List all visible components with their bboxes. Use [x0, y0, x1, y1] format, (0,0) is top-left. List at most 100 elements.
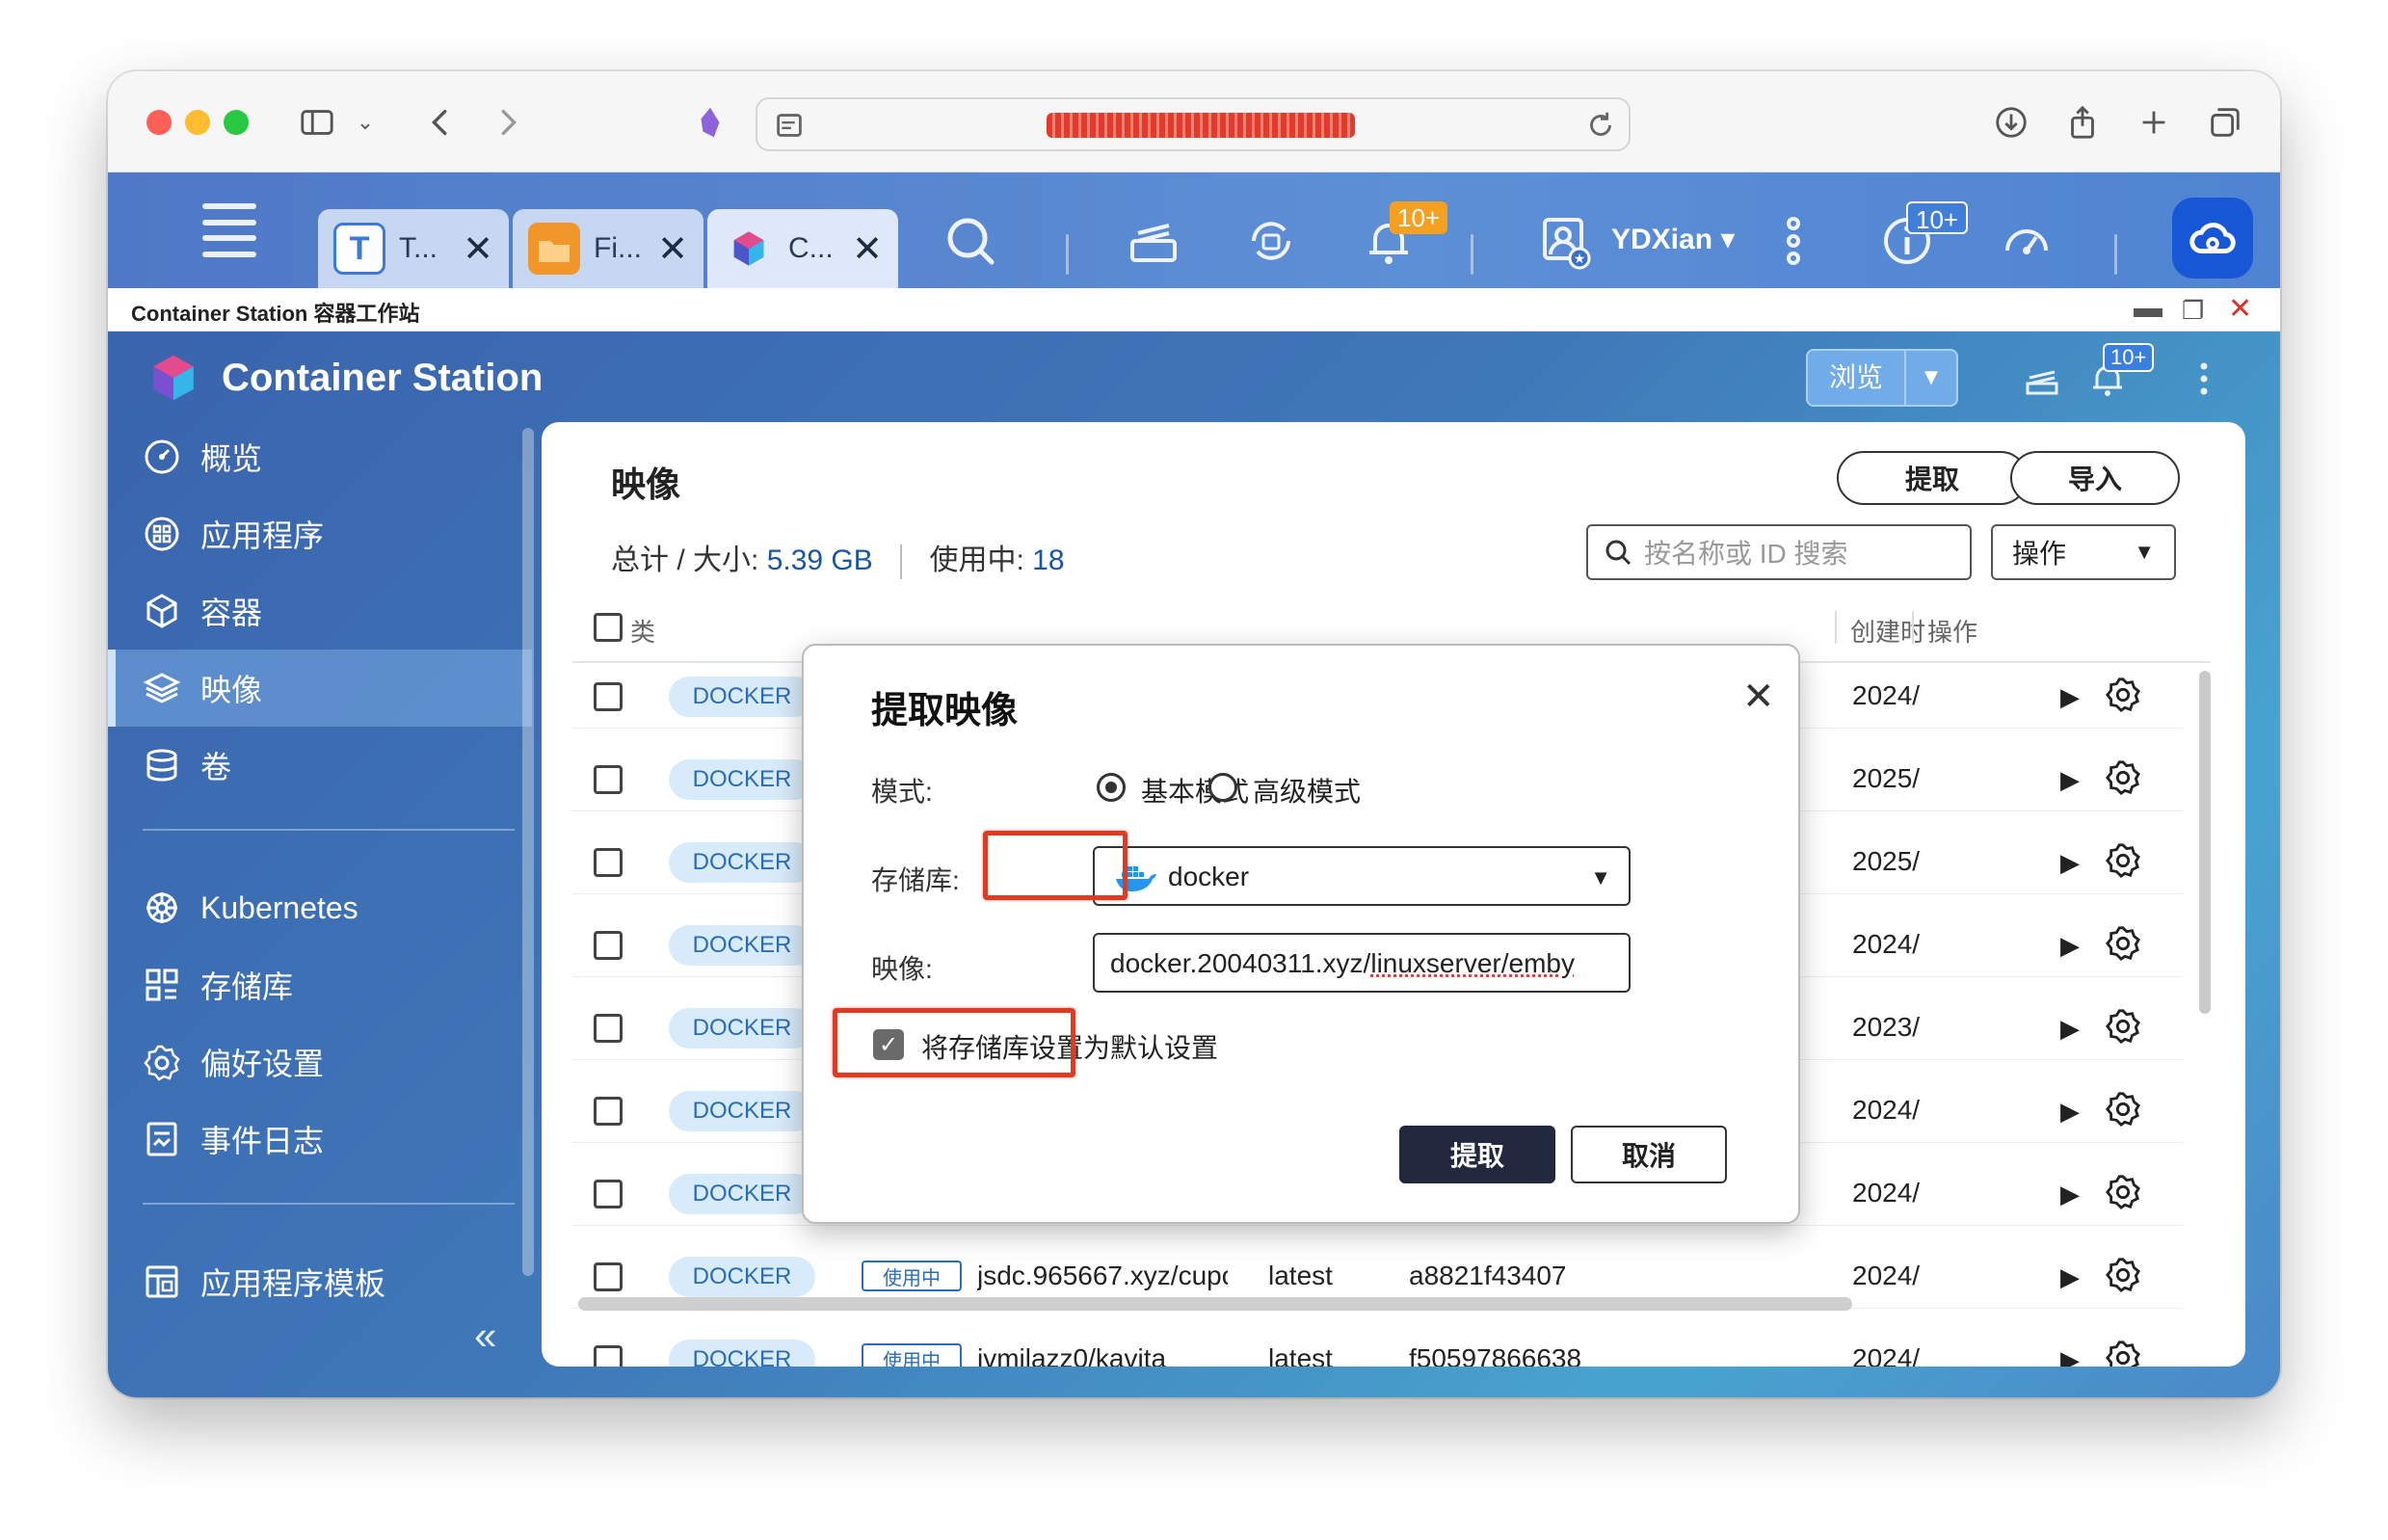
sidebar-item-images[interactable]: 映像 — [108, 650, 532, 727]
sidebar-item-overview[interactable]: 概览 — [108, 418, 532, 495]
play-icon[interactable]: ▶ — [2060, 765, 2080, 795]
tab-overview-icon[interactable] — [2201, 98, 2249, 146]
close-icon[interactable]: ✕ — [463, 227, 493, 271]
row-checkbox[interactable] — [594, 1097, 623, 1126]
tasks-stack-icon[interactable] — [2018, 355, 2066, 403]
search-input[interactable]: 按名称或 ID 搜索 — [1586, 524, 1972, 580]
sidebar-item-kubernetes[interactable]: Kubernetes — [108, 869, 532, 946]
play-icon[interactable]: ▶ — [2060, 1097, 2080, 1127]
user-avatar-icon[interactable]: ★ — [1534, 211, 1594, 271]
minimize-window-button[interactable] — [185, 110, 210, 135]
pull-button[interactable]: 提取 — [1399, 1126, 1555, 1183]
import-button[interactable]: 导入 — [2010, 451, 2180, 505]
gear-icon[interactable] — [2105, 842, 2141, 879]
sidebar-item-containers[interactable]: 容器 — [108, 572, 532, 650]
browser-toolbar: ⌄ — [108, 71, 2280, 173]
close-icon[interactable]: ✕ — [657, 227, 688, 271]
play-icon[interactable]: ▶ — [2060, 682, 2080, 712]
gear-icon[interactable] — [2105, 1008, 2141, 1045]
new-tab-icon[interactable] — [2130, 98, 2178, 146]
select-all-checkbox[interactable] — [594, 613, 623, 642]
gear-icon[interactable] — [2105, 1091, 2141, 1128]
gear-icon[interactable] — [2105, 677, 2141, 713]
play-icon[interactable]: ▶ — [2060, 1180, 2080, 1209]
forward-arrow-icon[interactable] — [484, 98, 532, 146]
myqnapcloud-icon[interactable] — [2172, 198, 2253, 279]
row-checkbox[interactable] — [594, 1014, 623, 1043]
main-menu-icon[interactable] — [202, 203, 256, 257]
tab-container-station[interactable]: C... ✕ — [707, 209, 898, 288]
user-menu[interactable]: YDXian ▾ — [1611, 223, 1735, 256]
zoom-window-button[interactable] — [224, 110, 249, 135]
play-icon[interactable]: ▶ — [2060, 1014, 2080, 1044]
sidebar-divider — [143, 1203, 515, 1205]
play-icon[interactable]: ▶ — [2060, 848, 2080, 878]
row-checkbox[interactable] — [594, 1180, 623, 1208]
gear-icon[interactable] — [2105, 1340, 2141, 1367]
close-window-button[interactable] — [146, 110, 172, 135]
pull-image-button[interactable]: 提取 — [1837, 451, 2028, 505]
extension-icon[interactable] — [686, 98, 734, 146]
cancel-button[interactable]: 取消 — [1571, 1126, 1727, 1183]
tab-text-editor[interactable]: T T... ✕ — [318, 209, 509, 288]
gear-icon[interactable] — [2105, 1257, 2141, 1293]
column-divider — [1912, 611, 1914, 644]
resource-monitor-icon[interactable] — [1997, 211, 2056, 271]
created-date: 2024/( — [1852, 680, 1920, 710]
table-row[interactable]: DOCKER 使用中 jvmilazz0/kavita latest f50597866… — [572, 1326, 2184, 1367]
sidebar-item-event-log[interactable]: 事件日志 — [108, 1101, 532, 1178]
share-icon[interactable] — [2058, 98, 2107, 146]
minimize-icon[interactable]: ▬ — [2134, 292, 2162, 325]
background-tasks-icon[interactable] — [1124, 211, 1183, 271]
advanced-mode-radio[interactable] — [1208, 773, 1237, 802]
close-icon[interactable]: ✕ — [852, 227, 883, 271]
table-horizontal-scrollbar[interactable] — [578, 1297, 1852, 1311]
basic-mode-radio[interactable] — [1097, 773, 1126, 802]
database-icon — [143, 746, 181, 784]
maximize-icon[interactable]: ❐ — [2182, 296, 2204, 326]
download-icon[interactable] — [1987, 98, 2035, 146]
actions-dropdown[interactable]: 操作 ▼ — [1991, 524, 2176, 580]
sidebar-item-volumes[interactable]: 卷 — [108, 727, 532, 804]
gear-icon[interactable] — [2105, 925, 2141, 962]
sidebar-item-preferences[interactable]: 偏好设置 — [108, 1023, 532, 1101]
sidebar-scrollbar[interactable] — [522, 428, 534, 1276]
advanced-mode-label[interactable]: 高级模式 — [1253, 771, 1361, 810]
image-input[interactable]: docker.20040311.xyz/linuxserver/emby — [1093, 933, 1631, 993]
row-checkbox[interactable] — [594, 765, 623, 794]
kebab-menu-icon[interactable] — [2180, 355, 2228, 403]
row-checkbox[interactable] — [594, 1262, 623, 1291]
play-icon[interactable]: ▶ — [2060, 1262, 2080, 1292]
text-editor-icon: T — [333, 223, 385, 275]
gear-icon[interactable] — [2105, 759, 2141, 796]
gear-icon — [143, 1043, 181, 1081]
sidebar-item-app-templates[interactable]: 应用程序模板 — [108, 1243, 532, 1320]
sidebar-item-repository[interactable]: 存储库 — [108, 946, 532, 1023]
search-icon[interactable] — [941, 211, 1000, 271]
tab-file-station[interactable]: Fi... ✕ — [513, 209, 703, 288]
caret-down-icon[interactable]: ▼ — [1906, 364, 1956, 391]
close-icon[interactable]: ✕ — [1742, 675, 1775, 719]
close-app-icon[interactable]: ✕ — [2228, 292, 2252, 326]
table-vertical-scrollbar[interactable] — [2199, 671, 2211, 1014]
more-options-icon[interactable] — [1764, 211, 1823, 271]
browse-button[interactable]: 浏览 ▼ — [1806, 349, 1958, 407]
play-icon[interactable]: ▶ — [2060, 931, 2080, 961]
play-icon[interactable]: ▶ — [2060, 1345, 2080, 1367]
in-use-label: 使用中: — [929, 544, 1024, 576]
gear-icon[interactable] — [2105, 1174, 2141, 1210]
reload-icon[interactable] — [1577, 101, 1625, 149]
row-checkbox[interactable] — [594, 931, 623, 960]
sidebar-item-apps[interactable]: 应用程序 — [108, 495, 532, 572]
repository-select[interactable]: docker ▼ — [1093, 846, 1631, 906]
row-checkbox[interactable] — [594, 1345, 623, 1367]
row-checkbox[interactable] — [594, 848, 623, 877]
chevron-down-icon[interactable]: ⌄ — [341, 98, 389, 146]
sidebar-toggle-icon[interactable] — [293, 98, 341, 146]
row-checkbox[interactable] — [594, 682, 623, 711]
collapse-sidebar-icon[interactable]: « — [474, 1313, 496, 1359]
sidebar: 概览 应用程序 容器 映像 卷 Kubernetes 存储库 偏好设置 事件日志… — [108, 418, 534, 1392]
back-arrow-icon[interactable] — [416, 98, 464, 146]
address-bar[interactable] — [756, 97, 1631, 151]
sync-icon[interactable] — [1241, 211, 1301, 271]
